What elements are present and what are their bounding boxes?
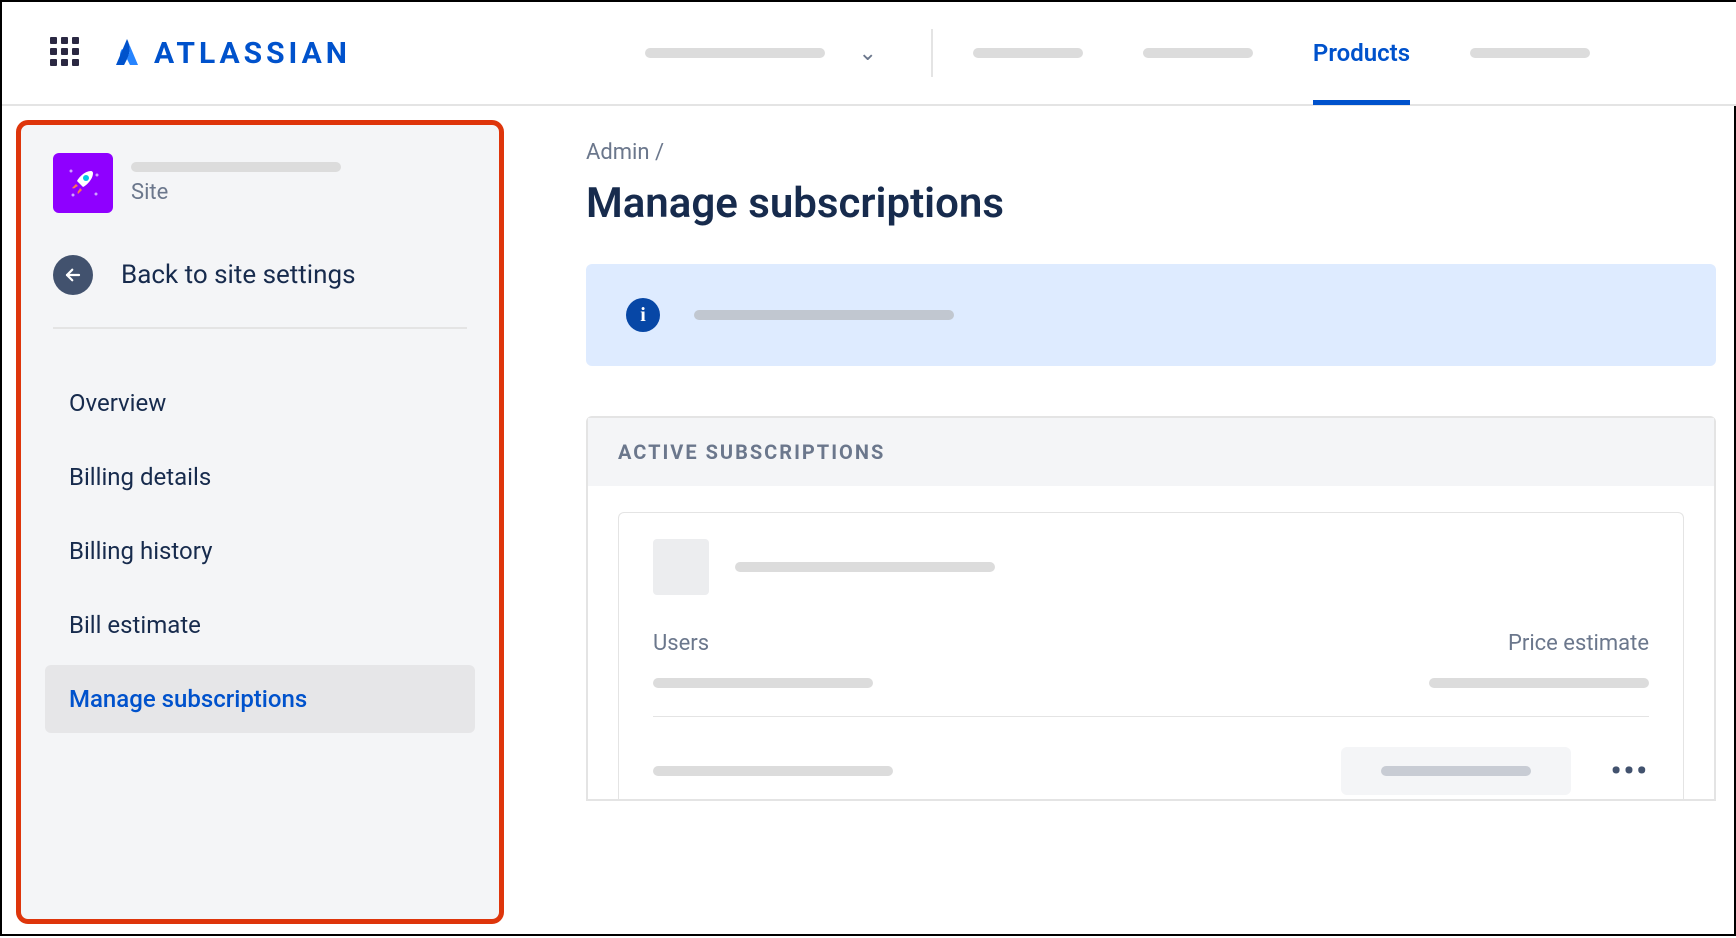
sidebar-divider — [53, 327, 467, 329]
section-heading: ACTIVE SUBSCRIPTIONS — [588, 418, 1714, 486]
brand-logo[interactable]: ATLASSIAN — [110, 36, 351, 71]
nav-tab-label: Products — [1313, 39, 1410, 67]
users-value-placeholder — [653, 678, 873, 688]
sidebar-item-billing-history[interactable]: Billing history — [45, 517, 475, 585]
info-icon: i — [626, 298, 660, 332]
site-rocket-icon — [53, 153, 113, 213]
active-subscriptions-section: ACTIVE SUBSCRIPTIONS Users Price estimat… — [586, 416, 1716, 801]
sidebar-item-billing-details[interactable]: Billing details — [45, 443, 475, 511]
divider — [653, 716, 1649, 717]
nav-tab-placeholder-3[interactable] — [1470, 1, 1590, 105]
price-value-placeholder — [1429, 678, 1649, 688]
site-type-label: Site — [131, 180, 341, 205]
more-actions-icon[interactable]: ••• — [1611, 754, 1649, 789]
top-nav-tabs: Products — [973, 1, 1590, 105]
arrow-left-icon — [53, 255, 93, 295]
site-name-placeholder — [131, 162, 341, 172]
org-switcher[interactable]: ⌄ — [631, 33, 891, 73]
nav-tab-placeholder-1[interactable] — [973, 1, 1083, 105]
top-header: ATLASSIAN ⌄ Products — [2, 2, 1736, 106]
site-header[interactable]: Site — [45, 145, 475, 231]
footer-text-placeholder — [653, 766, 893, 776]
info-banner: i — [586, 264, 1716, 366]
org-name-placeholder — [645, 48, 825, 58]
column-price-label: Price estimate — [1508, 631, 1649, 656]
sidebar-nav: Overview Billing details Billing history… — [45, 369, 475, 733]
sidebar-item-overview[interactable]: Overview — [45, 369, 475, 437]
atlassian-logo-icon — [110, 37, 142, 69]
back-to-site-settings[interactable]: Back to site settings — [45, 231, 475, 327]
sidebar-item-bill-estimate[interactable]: Bill estimate — [45, 591, 475, 659]
back-label: Back to site settings — [121, 260, 356, 290]
sidebar: Site Back to site settings Overview Bill… — [16, 120, 504, 924]
product-logo-placeholder — [653, 539, 709, 595]
nav-tab-products[interactable]: Products — [1313, 1, 1410, 105]
info-text-placeholder — [694, 310, 954, 320]
action-button[interactable] — [1341, 747, 1571, 795]
subscription-header — [653, 539, 1649, 595]
brand-name: ATLASSIAN — [154, 36, 351, 71]
page-title: Manage subscriptions — [586, 179, 1736, 228]
main-content: Admin / Manage subscriptions i ACTIVE SU… — [504, 106, 1736, 938]
sidebar-item-manage-subscriptions[interactable]: Manage subscriptions — [45, 665, 475, 733]
column-users-label: Users — [653, 631, 709, 656]
nav-tab-placeholder-2[interactable] — [1143, 1, 1253, 105]
product-name-placeholder — [735, 562, 995, 572]
subscription-card: Users Price estimate — [618, 512, 1684, 799]
divider — [931, 29, 933, 77]
button-label-placeholder — [1381, 766, 1531, 776]
app-switcher-icon[interactable] — [50, 37, 82, 69]
breadcrumb[interactable]: Admin / — [586, 140, 1736, 165]
chevron-down-icon: ⌄ — [858, 41, 876, 66]
